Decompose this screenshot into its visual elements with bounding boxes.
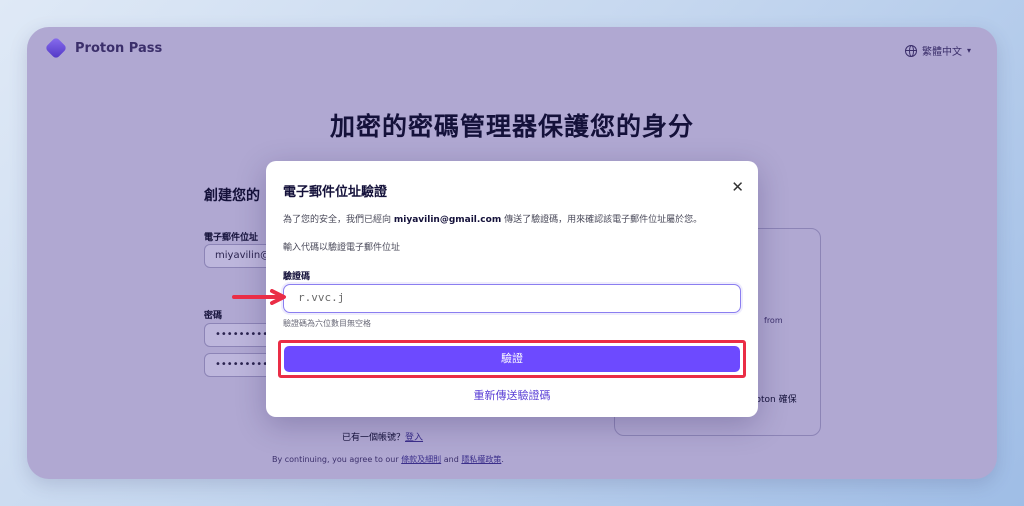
modal-title: 電子郵件位址驗證 [283, 185, 388, 200]
signin-prompt: 已有一個帳號？登入 [342, 430, 423, 443]
resend-code-link[interactable]: 重新傳送驗證碼 [266, 387, 758, 403]
terms-text: By continuing, you agree to our 條款及細則 an… [272, 454, 504, 465]
email-verification-modal: 電子郵件位址驗證 ✕ 為了您的安全，我們已經向 miyavilin@gmail.… [266, 161, 758, 417]
terms-prefix: By continuing, you agree to our [272, 455, 399, 464]
proton-pass-logo: Proton Pass [44, 36, 163, 60]
signin-link[interactable]: 登入 [405, 433, 423, 443]
password-label: 密碼 [204, 311, 223, 321]
code-label: 驗證碼 [283, 272, 311, 282]
message-after: 傳送了驗證碼，用來確認該電子郵件位址屬於您。 [504, 215, 703, 225]
globe-icon [904, 44, 917, 57]
verify-button[interactable]: 驗證 [284, 346, 740, 372]
language-selector[interactable]: 繁體中文 ▾ [904, 43, 971, 58]
verification-code-input[interactable]: r.vvc.j [283, 284, 741, 313]
terms-and: and [443, 455, 459, 464]
proton-pass-logo-icon [44, 36, 68, 60]
language-label: 繁體中文 [921, 47, 962, 58]
message-email: miyavilin@gmail.com [393, 215, 502, 225]
instruction-text: 輸入代碼以驗證電子郵件位址 [283, 243, 401, 253]
caret-down-icon: ▾ [966, 46, 971, 55]
email-label: 電子郵件位址 [204, 233, 259, 243]
red-arrow-icon [232, 289, 286, 305]
terms-link[interactable]: 條款及細則 [401, 455, 441, 464]
page-headline: 加密的密碼管理器保護您的身分 [329, 112, 694, 141]
signin-prompt-text: 已有一個帳號？ [342, 433, 406, 443]
create-account-title: 創建您的 [204, 188, 260, 204]
code-hint: 驗證碼為六位數目無空格 [283, 319, 371, 328]
close-icon[interactable]: ✕ [731, 179, 744, 195]
message-before: 為了您的安全，我們已經向 [283, 215, 392, 225]
panel-proton-text: roton 確保 [752, 395, 797, 405]
verification-message: 為了您的安全，我們已經向 miyavilin@gmail.com 傳送了驗證碼，… [283, 212, 702, 225]
panel-from-text: from [764, 316, 783, 325]
terms-suffix: . [501, 455, 504, 464]
logo-text: Proton Pass [75, 40, 163, 56]
privacy-link[interactable]: 隱私權政策 [461, 455, 501, 464]
